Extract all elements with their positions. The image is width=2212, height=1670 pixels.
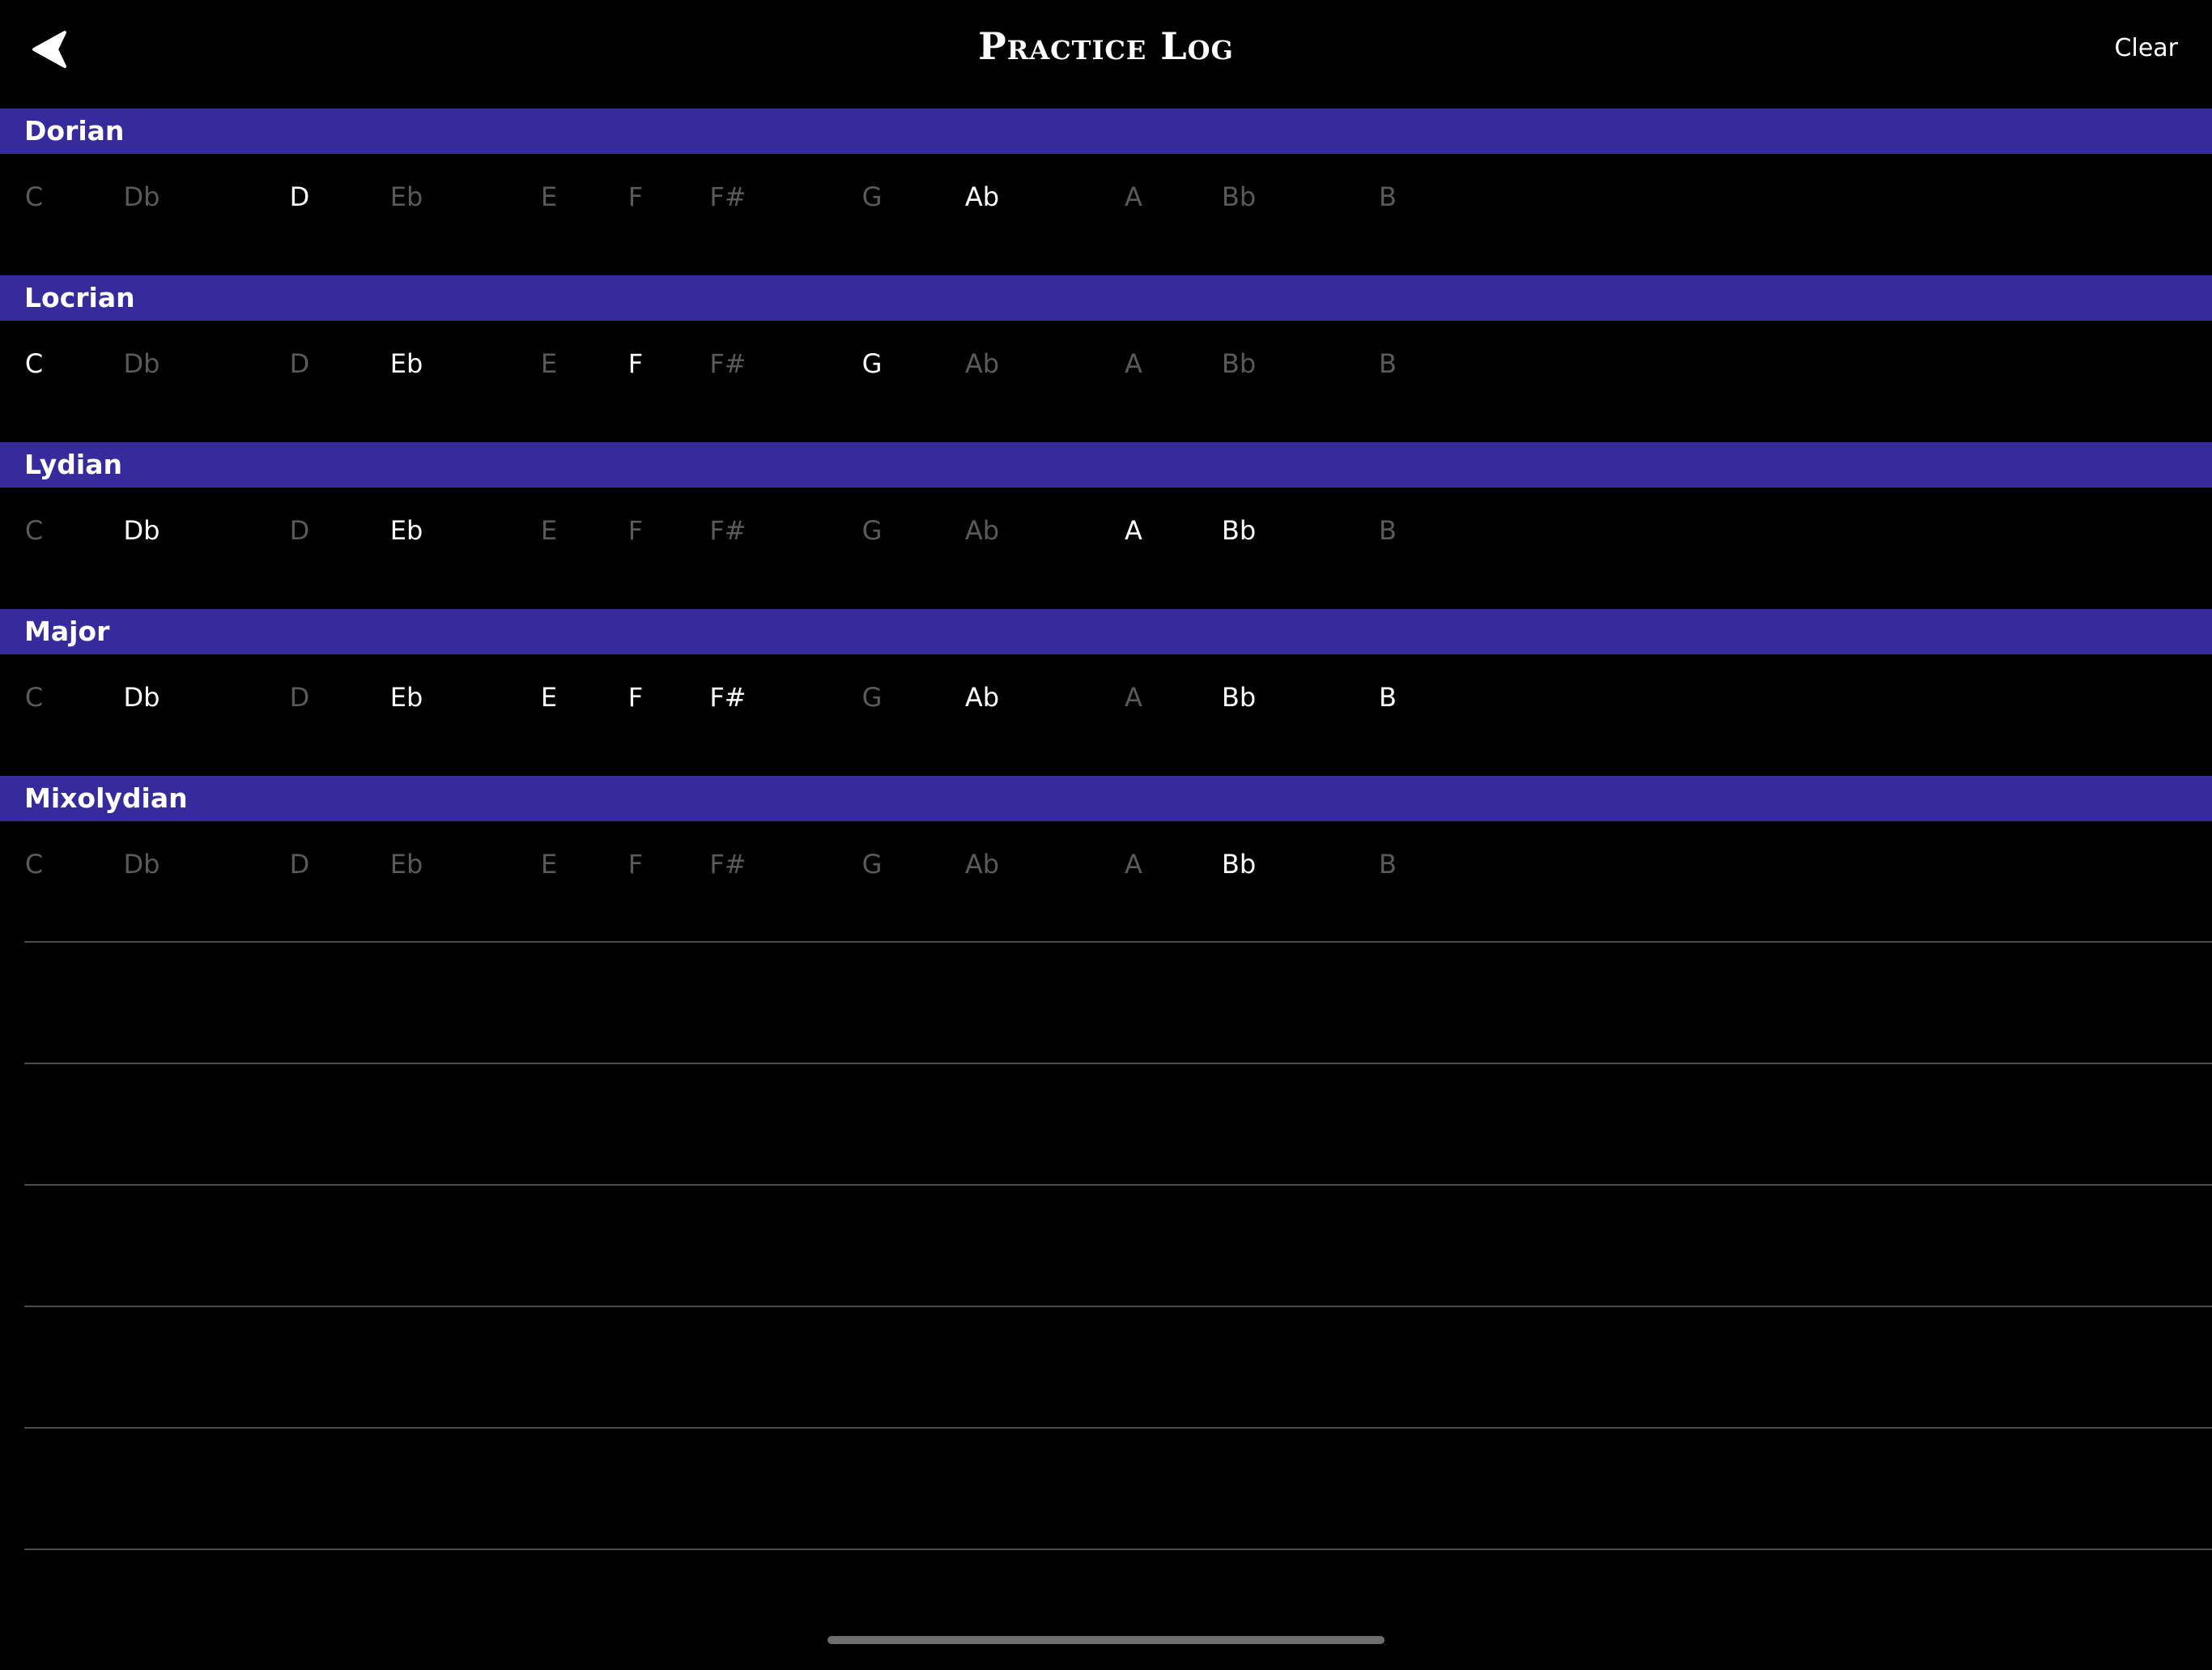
key-toggle-d[interactable]: D (290, 849, 310, 880)
section-header: Mixolydian (0, 776, 2212, 821)
key-toggle-f-sharp[interactable]: F# (709, 682, 746, 713)
key-toggle-f-sharp[interactable]: F# (709, 849, 746, 880)
key-toggle-ab[interactable]: Ab (965, 348, 999, 379)
key-toggle-db[interactable]: Db (124, 181, 160, 212)
key-toggle-d[interactable]: D (290, 348, 310, 379)
key-toggle-g[interactable]: G (862, 849, 883, 880)
key-toggle-eb[interactable]: Eb (390, 515, 423, 546)
key-toggle-bb[interactable]: Bb (1222, 181, 1256, 212)
key-toggle-g[interactable]: G (862, 181, 883, 212)
key-toggle-ab[interactable]: Ab (965, 849, 999, 880)
key-toggle-f-sharp[interactable]: F# (709, 348, 746, 379)
clear-button[interactable]: Clear (2115, 34, 2178, 62)
key-toggle-ab[interactable]: Ab (965, 682, 999, 713)
key-toggle-e[interactable]: E (541, 515, 557, 546)
key-toggle-db[interactable]: Db (124, 515, 160, 546)
key-toggle-b[interactable]: B (1379, 682, 1397, 713)
key-row: C Db D Eb E F F# G Ab A Bb B (0, 488, 2212, 609)
key-toggle-c[interactable]: C (25, 348, 43, 379)
key-toggle-d[interactable]: D (290, 515, 310, 546)
key-toggle-f[interactable]: F (628, 515, 643, 546)
key-toggle-g[interactable]: G (862, 515, 883, 546)
key-toggle-f[interactable]: F (628, 849, 643, 880)
key-toggle-a[interactable]: A (1125, 348, 1142, 379)
key-toggle-db[interactable]: Db (124, 348, 160, 379)
mode-section-mixolydian: Mixolydian C Db D Eb E F F# G Ab A Bb B (0, 776, 2212, 943)
key-toggle-c[interactable]: C (25, 181, 43, 212)
key-toggle-eb[interactable]: Eb (390, 849, 423, 880)
key-toggle-f[interactable]: F (628, 181, 643, 212)
mode-section-lydian: Lydian C Db D Eb E F F# G Ab A Bb B (0, 442, 2212, 609)
empty-list-rows (24, 941, 2212, 1670)
section-header: Dorian (0, 109, 2212, 154)
empty-row (24, 1063, 2212, 1184)
mode-section-locrian: Locrian C Db D Eb E F F# G Ab A Bb B (0, 275, 2212, 442)
key-toggle-e[interactable]: E (541, 849, 557, 880)
key-toggle-f[interactable]: F (628, 682, 643, 713)
key-toggle-f-sharp[interactable]: F# (709, 515, 746, 546)
key-toggle-ab[interactable]: Ab (965, 515, 999, 546)
key-toggle-eb[interactable]: Eb (390, 348, 423, 379)
key-toggle-b[interactable]: B (1379, 348, 1397, 379)
section-header: Locrian (0, 275, 2212, 321)
key-toggle-b[interactable]: B (1379, 849, 1397, 880)
page-title: Practice Log (978, 24, 1234, 68)
key-row: C Db D Eb E F F# G Ab A Bb B (0, 821, 2212, 943)
key-row: C Db D Eb E F F# G Ab A Bb B (0, 154, 2212, 275)
key-toggle-c[interactable]: C (25, 515, 43, 546)
empty-row (24, 941, 2212, 1063)
key-row: C Db D Eb E F F# G Ab A Bb B (0, 654, 2212, 776)
key-toggle-eb[interactable]: Eb (390, 682, 423, 713)
home-indicator (827, 1636, 1385, 1644)
key-toggle-ab[interactable]: Ab (965, 181, 999, 212)
key-toggle-bb[interactable]: Bb (1222, 515, 1256, 546)
key-toggle-d[interactable]: D (290, 682, 310, 713)
empty-row (24, 1306, 2212, 1427)
empty-row (24, 1549, 2212, 1670)
key-toggle-a[interactable]: A (1125, 515, 1142, 546)
mode-section-major: Major C Db D Eb E F F# G Ab A Bb B (0, 609, 2212, 776)
key-toggle-eb[interactable]: Eb (390, 181, 423, 212)
key-row: C Db D Eb E F F# G Ab A Bb B (0, 321, 2212, 442)
key-toggle-bb[interactable]: Bb (1222, 849, 1256, 880)
key-toggle-a[interactable]: A (1125, 849, 1142, 880)
key-toggle-bb[interactable]: Bb (1222, 682, 1256, 713)
section-header: Major (0, 609, 2212, 654)
key-toggle-c[interactable]: C (25, 849, 43, 880)
key-toggle-e[interactable]: E (541, 348, 557, 379)
mode-sections: Dorian C Db D Eb E F F# G Ab A Bb B Locrian C Db D Eb E F F#… (0, 109, 2212, 943)
key-toggle-a[interactable]: A (1125, 181, 1142, 212)
key-toggle-g[interactable]: G (862, 682, 883, 713)
key-toggle-db[interactable]: Db (124, 849, 160, 880)
mode-section-dorian: Dorian C Db D Eb E F F# G Ab A Bb B (0, 109, 2212, 275)
key-toggle-a[interactable]: A (1125, 682, 1142, 713)
key-toggle-f-sharp[interactable]: F# (709, 181, 746, 212)
key-toggle-c[interactable]: C (25, 682, 43, 713)
key-toggle-d[interactable]: D (290, 181, 310, 212)
key-toggle-e[interactable]: E (541, 682, 557, 713)
empty-row (24, 1184, 2212, 1306)
key-toggle-b[interactable]: B (1379, 181, 1397, 212)
section-header: Lydian (0, 442, 2212, 488)
key-toggle-db[interactable]: Db (124, 682, 160, 713)
key-toggle-b[interactable]: B (1379, 515, 1397, 546)
key-toggle-f[interactable]: F (628, 348, 643, 379)
key-toggle-bb[interactable]: Bb (1222, 348, 1256, 379)
key-toggle-g[interactable]: G (862, 348, 883, 379)
key-toggle-e[interactable]: E (541, 181, 557, 212)
navigation-bar: Practice Log Clear (0, 0, 2212, 109)
empty-row (24, 1427, 2212, 1549)
